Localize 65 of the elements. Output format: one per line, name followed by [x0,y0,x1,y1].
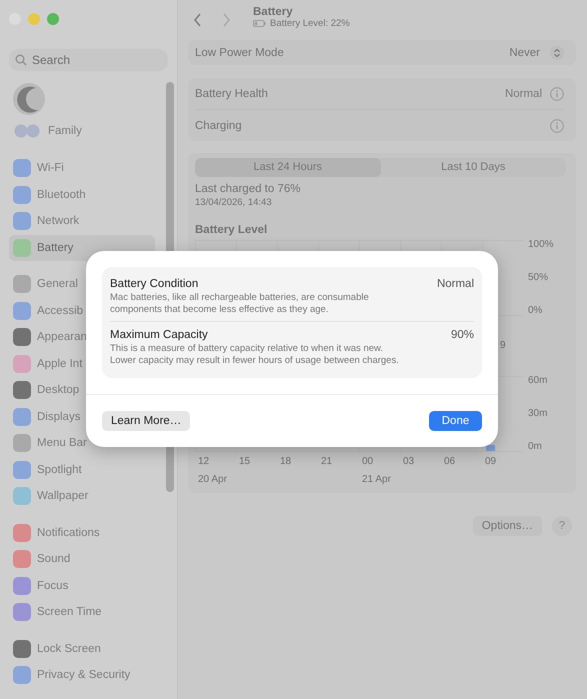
page-title: Battery [253,6,294,18]
sidebar-item[interactable]: Spotlight [9,456,155,483]
axis-label: 50% [528,273,550,283]
stepper-icon[interactable] [550,46,564,60]
chart-title: Battery Level [195,224,268,236]
done-button[interactable]: Done [429,411,482,431]
options-button[interactable]: Options… [472,516,542,536]
back-icon[interactable] [193,13,203,27]
axis-label: 9 [500,340,506,351]
sidebar-item[interactable]: Focus [9,572,155,599]
avatar-icon[interactable] [12,82,46,116]
sidebar-item[interactable]: Notifications [9,520,155,546]
family-item[interactable]: Family [48,125,82,137]
sidebar-item[interactable]: Screen Time [9,599,155,626]
axis-label: 30m [528,409,548,419]
row-description: This is a measure of battery capacity relative to when it was new. Lower capacity may result in fewer hours of usage between charges. [110,343,400,366]
battery-level-text: Battery Level: 22% [270,18,350,28]
popup-button[interactable]: Never [509,46,540,58]
info-icon[interactable] [550,86,564,100]
axis-label: 18 [279,456,292,466]
sidebar-item[interactable]: Wallpaper [9,483,155,510]
setting-label: Battery Health [195,88,269,100]
axis-label: 21 Apr [362,474,391,484]
charge-date: 13/04/2026, 14:43 [195,197,273,208]
last-charged-text: Last charged to 76% [195,183,302,195]
setting-label: Charging [195,120,243,132]
setting-value: Normal [504,88,542,100]
row-title: Maximum Capacity [110,329,208,341]
axis-label: 21 [320,456,334,466]
setting-label: Low Power Mode [195,46,285,58]
family-icon [14,124,40,138]
row-description: Mac batteries, like all rechargeable batteries, are consumable components that become less effective as they age. [110,292,370,315]
axis-label: 100% [528,240,554,250]
sidebar-item[interactable]: Bluetooth [9,182,155,208]
axis-label: 00 [361,456,374,466]
usage-bar [486,445,495,451]
row-value: Normal [436,278,474,290]
axis-label: 0m [528,442,543,452]
sidebar-item[interactable]: Sound [9,546,155,572]
row-value: 90% [450,329,474,341]
sidebar-item[interactable]: Wi-Fi [9,155,155,182]
sidebar-item[interactable]: Menu Bar [9,430,155,456]
sidebar-item[interactable]: Desktop [9,377,155,404]
segment-tab[interactable]: Last 10 Days [380,158,566,177]
axis-label: 60m [528,376,548,386]
minimize-button[interactable] [28,13,40,25]
axis-label: 06 [443,456,456,466]
axis-label: 20 Apr [198,474,227,484]
help-button[interactable]: ? [552,516,572,536]
zoom-button[interactable] [47,13,59,25]
axis-label: 15 [238,456,252,466]
search-field[interactable]: Search [9,49,168,71]
axis-label: 0% [528,306,544,316]
axis-label: 09 [484,456,498,466]
sidebar-item[interactable]: Privacy & Security [9,662,155,688]
info-icon[interactable] [550,118,564,132]
sidebar-item[interactable]: Lock Screen [9,636,155,662]
axis-label: 12 [197,456,210,466]
forward-icon[interactable] [221,13,231,27]
segment-tab[interactable]: Last 24 Hours [195,158,380,177]
sidebar-item[interactable]: Network [9,208,155,234]
axis-label: 03 [402,456,416,466]
row-title: Battery Condition [110,278,198,290]
learn-more-button[interactable]: Learn More… [102,411,190,431]
battery-icon [253,20,266,26]
